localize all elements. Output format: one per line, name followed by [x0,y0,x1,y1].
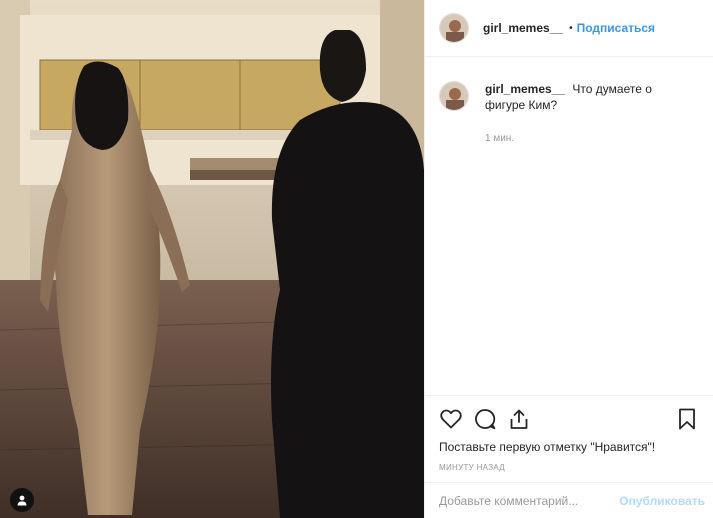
user-icon [17,495,27,506]
post-photo[interactable] [0,0,424,518]
comment-body: girl_memes__ Что думаете о фигуре Ким? 1… [485,81,695,147]
caption-comment: girl_memes__ Что думаете о фигуре Ким? 1… [425,57,713,147]
avatar-image [440,82,468,110]
share-icon[interactable] [507,407,531,431]
bookmark-icon[interactable] [675,407,699,431]
post-side-panel: girl_memes__ • Подписаться girl_memes__ … [424,0,713,518]
action-icons-bar [439,406,699,432]
tagged-users-button[interactable] [10,488,34,512]
post-author-username[interactable]: girl_memes__ [483,21,563,35]
add-comment-bar: Опубликовать [425,482,713,518]
avatar-image [440,14,468,42]
post-actions: Поставьте первую отметку "Нравится"! МИН… [425,395,713,472]
comment-username[interactable]: girl_memes__ [485,82,565,96]
likes-text[interactable]: Поставьте первую отметку "Нравится"! [439,440,699,454]
heart-icon[interactable] [439,407,463,431]
avatar[interactable] [439,13,469,43]
header-separator: • [569,22,573,34]
comment-input[interactable] [439,493,620,508]
follow-button[interactable]: Подписаться [577,21,655,35]
post-header: girl_memes__ • Подписаться [425,0,713,57]
comment-avatar[interactable] [439,81,469,111]
post-time[interactable]: МИНУТУ НАЗАД [439,463,699,472]
publish-button[interactable]: Опубликовать [619,494,705,508]
comment-icon[interactable] [473,407,497,431]
photo-image [0,0,424,518]
comment-time[interactable]: 1 мин. [485,131,695,147]
